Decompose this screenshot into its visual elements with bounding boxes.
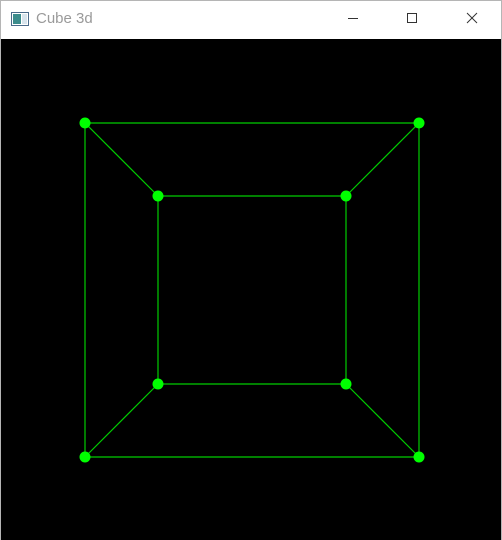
minimize-icon [347,11,359,29]
minimize-button[interactable] [330,1,376,39]
vertex-inner-top-left [152,190,164,202]
vertex-outer-bottom-right [413,451,425,463]
vertex-outer-top-right [413,117,425,129]
cube-edge [84,122,159,197]
vertex-outer-bottom-left [79,451,91,463]
window-title: Cube 3d [36,10,93,27]
vertex-outer-top-left [79,117,91,129]
vertex-inner-top-right [340,190,352,202]
vertex-inner-bottom-right [340,378,352,390]
cube-edge [345,122,420,197]
maximize-icon [406,11,418,29]
vertex-inner-bottom-left [152,378,164,390]
app-window: Cube 3d [0,0,502,540]
maximize-button[interactable] [389,1,435,39]
cube-edge [345,383,420,458]
render-canvas[interactable] [1,39,501,540]
close-icon [466,11,478,29]
cube-edge [84,383,159,458]
title-bar[interactable]: Cube 3d [1,1,501,39]
app-icon [11,12,29,26]
cube-wireframe [79,117,425,463]
close-button[interactable] [449,1,495,39]
